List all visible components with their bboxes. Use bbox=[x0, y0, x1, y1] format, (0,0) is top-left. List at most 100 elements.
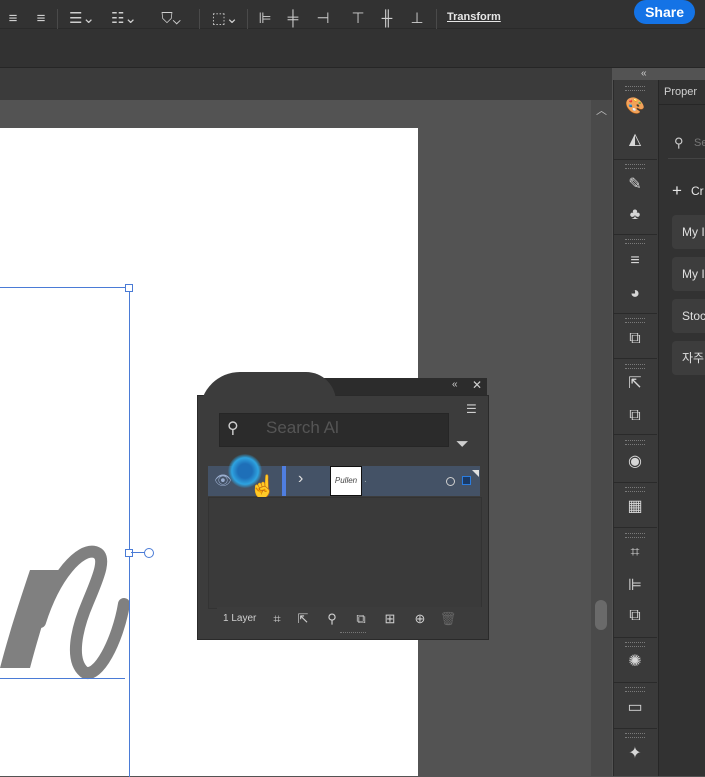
dock-grip[interactable] bbox=[625, 733, 645, 738]
collapse-dock-icon[interactable]: « bbox=[641, 68, 647, 79]
divider bbox=[613, 527, 657, 528]
layer-thumbnail: Pullen bbox=[330, 466, 362, 496]
divider bbox=[613, 234, 657, 235]
layers-panel-tab[interactable] bbox=[200, 372, 336, 412]
properties-search-placeholder: Se bbox=[694, 137, 705, 149]
new-layer-icon[interactable]: ⊕ bbox=[411, 610, 429, 628]
stroke-icon[interactable]: ≡ bbox=[621, 249, 649, 273]
brushes-icon[interactable]: ✎ bbox=[621, 173, 649, 197]
list-item[interactable]: My I bbox=[672, 215, 705, 249]
layers-list bbox=[208, 497, 482, 609]
divider bbox=[613, 434, 657, 435]
rotate-handle[interactable] bbox=[144, 548, 154, 558]
scroll-thumb[interactable] bbox=[595, 600, 607, 630]
divider bbox=[247, 9, 248, 29]
share-button[interactable]: Share bbox=[634, 0, 695, 24]
bullet-list-icon[interactable]: ☰⌄ bbox=[64, 8, 100, 30]
filter-icon[interactable]: ⏷ bbox=[456, 436, 469, 454]
dock-grip[interactable] bbox=[625, 642, 645, 647]
divider bbox=[613, 728, 657, 729]
dock-grip[interactable] bbox=[625, 533, 645, 538]
align-icon[interactable]: ⊫ bbox=[621, 574, 649, 598]
vertical-scrollbar[interactable] bbox=[591, 100, 612, 776]
scroll-up-icon[interactable]: ︿ bbox=[596, 102, 607, 118]
collect-export-icon[interactable]: ⌗ bbox=[268, 610, 286, 628]
selection-box[interactable] bbox=[0, 287, 130, 777]
divider bbox=[436, 9, 437, 29]
graphic-styles-icon[interactable]: ✺ bbox=[621, 650, 649, 674]
divider bbox=[613, 159, 657, 160]
dock-grip[interactable] bbox=[625, 364, 645, 369]
list-item[interactable]: Stoc bbox=[672, 299, 705, 333]
corner-marker bbox=[472, 470, 479, 477]
locate-object-icon[interactable]: ⚲ bbox=[323, 610, 341, 628]
document-tab-strip bbox=[0, 68, 612, 100]
selection-handle[interactable] bbox=[125, 284, 133, 292]
align-h-center-icon[interactable]: ╪ bbox=[282, 8, 304, 30]
dock-grip[interactable] bbox=[625, 318, 645, 323]
dock-grip[interactable] bbox=[625, 164, 645, 169]
export-icon[interactable]: ⇱ bbox=[621, 372, 649, 396]
layer-color-bar bbox=[282, 466, 286, 496]
gradient-fill-icon[interactable]: ▭ bbox=[621, 696, 649, 720]
symbols-icon[interactable]: ♣ bbox=[621, 203, 649, 227]
transform-link[interactable]: Transform bbox=[447, 11, 501, 23]
layer-count: 1 Layer bbox=[223, 613, 257, 624]
transparency-icon[interactable]: ◕ bbox=[621, 282, 649, 306]
search-icon: ⚲ bbox=[674, 135, 684, 150]
list-item[interactable]: My I bbox=[672, 257, 705, 291]
align-top-icon[interactable]: ⊤ bbox=[347, 8, 369, 30]
rotate-stem bbox=[131, 552, 145, 553]
gradient-icon[interactable]: ◭ bbox=[621, 128, 649, 152]
divider bbox=[199, 9, 200, 29]
selection-handle[interactable] bbox=[125, 549, 133, 557]
divider bbox=[613, 682, 657, 683]
search-icon: ⚲ bbox=[227, 420, 239, 437]
dock-grip[interactable] bbox=[625, 440, 645, 445]
delete-layer-icon[interactable]: 🗑 bbox=[439, 610, 457, 628]
align-right-edge-icon[interactable]: ⊣ bbox=[312, 8, 334, 30]
expand-chevron-icon[interactable]: › bbox=[298, 470, 303, 488]
list-item[interactable]: 자주 bbox=[672, 341, 705, 375]
dock-grip[interactable] bbox=[625, 239, 645, 244]
close-panel-icon[interactable]: ✕ bbox=[472, 378, 482, 392]
numbered-list-icon[interactable]: ☷⌄ bbox=[106, 8, 142, 30]
resize-grip[interactable] bbox=[340, 632, 366, 635]
pathfinder-icon[interactable]: ⧉ bbox=[621, 604, 649, 628]
layers-search-placeholder: Search Al bbox=[266, 418, 339, 437]
control-bar bbox=[0, 29, 705, 68]
appearance-icon[interactable]: ◉ bbox=[621, 450, 649, 474]
divider bbox=[613, 313, 657, 314]
divider bbox=[613, 637, 657, 638]
divider bbox=[658, 104, 705, 105]
divider bbox=[57, 9, 58, 29]
dock-grip[interactable] bbox=[625, 487, 645, 492]
target-circle-icon[interactable] bbox=[446, 477, 455, 486]
align-bottom-icon[interactable]: ⊥ bbox=[406, 8, 428, 30]
shape-icon[interactable]: ⬚⌄ bbox=[208, 8, 242, 30]
align-left-edge-icon[interactable]: ⊫ bbox=[254, 8, 276, 30]
selection-square-icon[interactable] bbox=[462, 476, 471, 485]
create-button[interactable]: Cr bbox=[691, 184, 704, 198]
tab-properties[interactable]: Proper bbox=[664, 86, 697, 98]
add-icon[interactable]: + bbox=[672, 181, 682, 201]
glyph-icon[interactable]: ⛉⌄ bbox=[152, 8, 190, 30]
magic-wand-icon[interactable]: ✦ bbox=[621, 742, 649, 766]
align-v-center-icon[interactable]: ╫ bbox=[376, 8, 398, 30]
panel-menu-icon[interactable]: ☰ bbox=[466, 402, 477, 416]
artboards-icon[interactable]: ⧉ bbox=[621, 404, 649, 428]
layer-name[interactable]: . bbox=[364, 474, 367, 485]
clipping-mask-icon[interactable]: ⧉ bbox=[352, 610, 370, 628]
dock-grip[interactable] bbox=[625, 86, 645, 91]
align-right-icon[interactable]: ≡ bbox=[30, 8, 52, 30]
export-icon[interactable]: ⇱ bbox=[294, 610, 312, 628]
align-left-icon[interactable]: ≡ bbox=[2, 8, 24, 30]
dock-grip[interactable] bbox=[625, 687, 645, 692]
color-palette-icon[interactable]: 🎨 bbox=[621, 95, 649, 119]
asset-export-icon[interactable]: ⧉ bbox=[621, 327, 649, 351]
collapse-panel-icon[interactable]: « bbox=[452, 379, 458, 390]
transform-icon[interactable]: ⌗ bbox=[621, 541, 649, 565]
divider bbox=[613, 358, 657, 359]
new-sublayer-icon[interactable]: ⊞ bbox=[381, 610, 399, 628]
swatches-icon[interactable]: ▦ bbox=[621, 495, 649, 519]
